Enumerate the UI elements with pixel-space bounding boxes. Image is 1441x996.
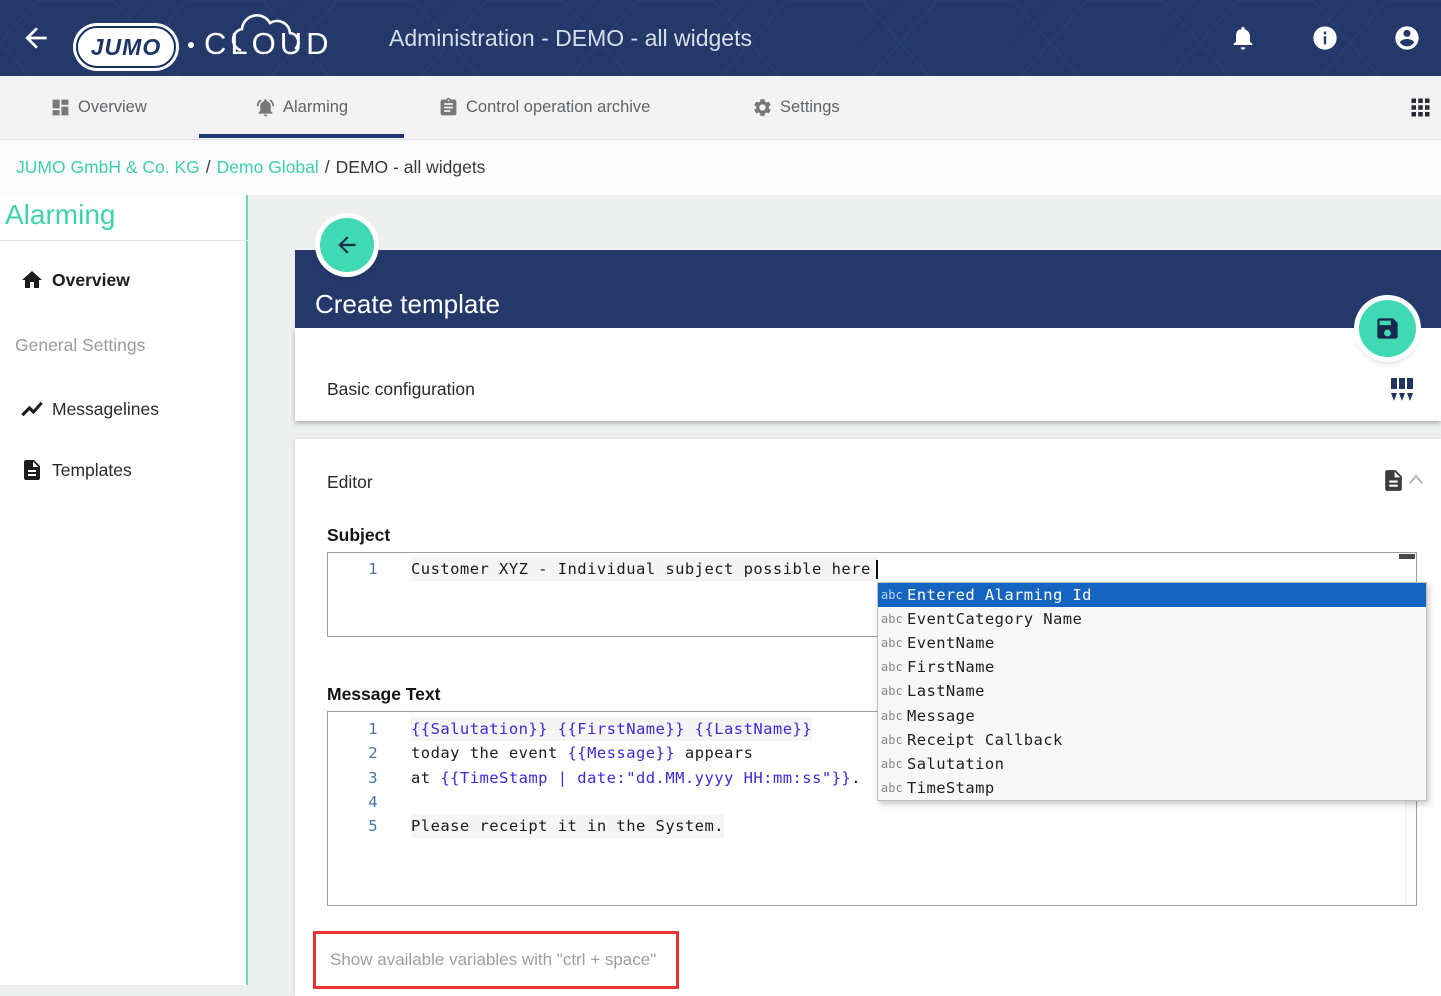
tab-label: Control operation archive [466,98,650,117]
breadcrumb-separator: / [319,157,336,177]
abc-type-icon: abc [881,709,907,723]
autocomplete-dropdown: abc Entered Alarming Id abc EventCategor… [877,582,1427,801]
home-icon [20,268,44,292]
autocomplete-item-salutation[interactable]: abc Salutation [878,752,1426,776]
notifications-bell-icon[interactable] [1229,24,1257,52]
alarm-bell-icon [255,97,276,118]
autocomplete-item-message[interactable]: abc Message [878,704,1426,728]
app-window: JUMO CLOUD Administration - DEMO - all w… [0,0,1441,996]
variables-hint-text: Show available variables with "ctrl + sp… [316,950,656,970]
tab-label: Settings [780,98,840,117]
autocomplete-item-timestamp[interactable]: abc TimeStamp [878,776,1426,800]
text-cursor [876,560,878,579]
code-line[interactable]: 5 Please receipt it in the System. [328,814,1416,838]
tab-overview[interactable]: Overview [50,76,147,139]
clipboard-icon [438,97,459,118]
header-back-icon[interactable] [20,22,52,54]
autocomplete-item-firstname[interactable]: abc FirstName [878,655,1426,679]
tune-sliders-icon[interactable] [1389,376,1415,404]
abc-type-icon: abc [881,733,907,747]
message-text-label: Message Text [327,684,440,705]
info-icon[interactable] [1311,24,1339,52]
autocomplete-item-eventcategory-name[interactable]: abc EventCategory Name [878,607,1426,631]
save-floppy-icon [1374,315,1401,342]
collapse-chevron-up-icon[interactable] [1409,475,1423,484]
basic-configuration-label: Basic configuration [327,379,475,400]
sidebar-item-overview[interactable]: Overview [0,258,246,302]
breadcrumb-link-company[interactable]: JUMO GmbH & Co. KG [16,157,200,177]
autocomplete-item-receipt-callback[interactable]: abc Receipt Callback [878,728,1426,752]
sidebar-title: Alarming [5,199,115,231]
sidebar-item-label: Templates [52,460,132,481]
breadcrumb-bar: JUMO GmbH & Co. KG/Demo Global/DEMO - al… [0,140,1441,195]
abc-type-icon: abc [881,684,907,698]
sidebar-item-messagelines[interactable]: Messagelines [0,387,246,431]
jumo-logo-text: JUMO [91,34,161,61]
page-title: Administration - DEMO - all widgets [389,0,752,76]
abc-type-icon: abc [881,660,907,674]
tab-alarming[interactable]: Alarming [255,76,348,139]
line-number: 1 [328,557,378,581]
abc-type-icon: abc [881,612,907,626]
sidebar-item-label: Overview [52,270,130,291]
cloud-outline-icon [222,10,318,52]
abc-type-icon: abc [881,757,907,771]
breadcrumb: JUMO GmbH & Co. KG/Demo Global/DEMO - al… [16,140,485,195]
back-button[interactable] [320,218,374,272]
subject-scrollbar-thumb[interactable] [1399,554,1415,559]
tab-settings[interactable]: Settings [752,76,840,139]
cloud-logo: CLOUD [204,26,333,62]
account-icon[interactable] [1393,24,1421,52]
tab-control-operation-archive[interactable]: Control operation archive [438,76,650,139]
dashboard-icon [50,97,71,118]
document-icon [20,458,44,482]
tab-label: Overview [78,98,147,117]
sidebar-item-label: General Settings [15,335,145,356]
active-tab-underline [199,134,404,138]
line-chart-icon [20,397,44,421]
apps-grid-icon[interactable] [1407,94,1434,121]
editor-section-label: Editor [327,472,373,493]
app-header: JUMO CLOUD Administration - DEMO - all w… [0,0,1441,76]
autocomplete-item-lastname[interactable]: abc LastName [878,679,1426,703]
autocomplete-item-entered-alarming-id[interactable]: abc Entered Alarming Id [878,583,1426,607]
basic-configuration-card: Basic configuration [295,328,1441,421]
subject-code-line[interactable]: Customer XYZ - Individual subject possib… [411,557,878,581]
abc-type-icon: abc [881,781,907,795]
jumo-logo: JUMO [76,26,176,68]
variables-hint-annotation: Show available variables with "ctrl + sp… [313,931,679,989]
abc-type-icon: abc [881,636,907,650]
subject-label: Subject [327,525,390,546]
abc-type-icon: abc [881,588,907,602]
sidebar-item-general-settings[interactable]: General Settings [0,325,246,365]
tab-label: Alarming [283,98,348,117]
create-template-banner: Create template [295,250,1441,328]
autocomplete-item-eventname[interactable]: abc EventName [878,631,1426,655]
sidebar-item-label: Messagelines [52,399,159,420]
top-nav-bar: Overview Alarming Control operation arch… [0,76,1441,140]
breadcrumb-current: DEMO - all widgets [336,157,486,177]
sidebar-divider [0,240,248,241]
gear-icon [752,97,773,118]
sidebar-item-templates[interactable]: Templates [0,448,246,492]
sidebar: Alarming Overview General Settings Messa… [0,195,248,985]
breadcrumb-link-demo-global[interactable]: Demo Global [217,157,319,177]
banner-title: Create template [315,289,500,320]
logo-separator-dot [188,42,194,48]
editor-document-icon[interactable] [1381,468,1406,493]
save-button[interactable] [1359,300,1416,357]
breadcrumb-separator: / [200,157,217,177]
arrow-left-icon [334,232,360,258]
